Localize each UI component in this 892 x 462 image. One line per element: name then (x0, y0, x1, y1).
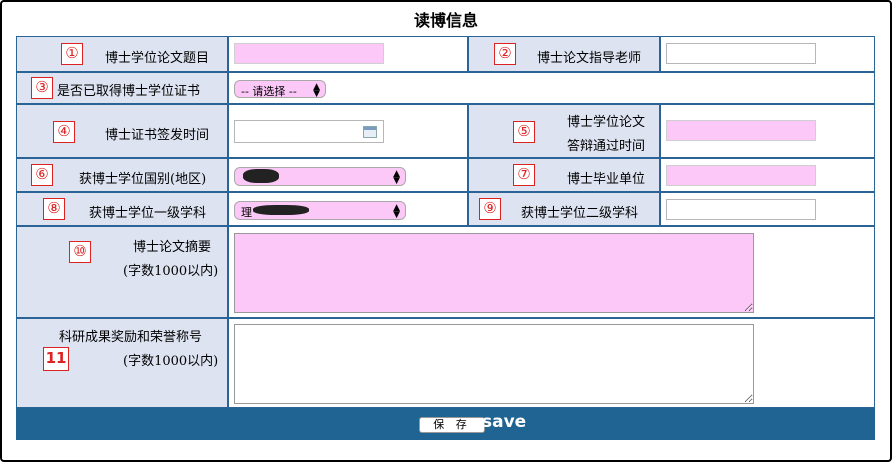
value-cell-thesis-title (228, 36, 468, 72)
badge-6: ⑥ (31, 164, 53, 186)
select-arrows-icon: ▲ ▼ (393, 203, 400, 220)
value-cell-first-discipline: 理 ▲ ▼ (228, 192, 468, 226)
label-thesis-title: 博士学位论文题目 (105, 51, 210, 66)
obtained-cert-select[interactable]: -- 请选择 -- ▲ ▼ (234, 80, 326, 99)
label-obtained-cert: 是否已取得博士学位证书 (57, 84, 201, 99)
form-frame: 读博信息 ① 博士学位论文题目 ② 博士论文指导老师 ③ 是否已取得博士学位证书… (0, 0, 892, 462)
thesis-title-input[interactable] (234, 43, 384, 64)
label-grad-unit: 博士毕业单位 (567, 172, 646, 187)
label-awards-line2: (字数1000以内) (123, 354, 219, 369)
badge-3: ③ (31, 77, 53, 99)
label-first-discipline: 获博士学位一级学科 (89, 206, 207, 221)
save-label: save (482, 412, 527, 432)
badge-10: ⑩ (69, 241, 91, 263)
obtained-cert-select-value: -- 请选择 -- (241, 85, 297, 98)
grad-unit-input[interactable] (666, 165, 816, 186)
label-cell-advisor: ② 博士论文指导老师 (468, 36, 660, 72)
badge-8: ⑧ (43, 198, 65, 220)
page-title: 读博信息 (413, 11, 478, 30)
value-cell-grad-unit (660, 158, 875, 192)
abstract-textarea[interactable] (234, 233, 754, 313)
badge-11: 11 (43, 347, 69, 371)
country-select[interactable]: ▲ ▼ (234, 167, 406, 186)
label-cell-obtained-cert: ③ 是否已取得博士学位证书 (16, 72, 228, 104)
label-cell-defense-date: ⑤ 博士学位论文 答辩通过时间 (468, 104, 660, 158)
label-abstract-line1: 博士论文摘要 (133, 240, 212, 255)
value-cell-defense-date (660, 104, 875, 158)
value-cell-country: ▲ ▼ (228, 158, 468, 192)
label-defense-line1: 博士学位论文 (567, 115, 646, 130)
label-cell-abstract: ⑩ 博士论文摘要 (字数1000以内) (16, 226, 228, 318)
label-second-discipline: 获博士学位二级学科 (521, 206, 639, 221)
select-arrows-icon: ▲ ▼ (393, 169, 400, 186)
value-cell-obtained-cert: -- 请选择 -- ▲ ▼ (228, 72, 875, 104)
calendar-icon[interactable] (363, 126, 377, 138)
badge-7: ⑦ (513, 164, 535, 186)
value-cell-second-discipline (660, 192, 875, 226)
footer-bar: 保 存 save (16, 408, 875, 440)
badge-4: ④ (53, 121, 75, 143)
label-cell-awards: 11 科研成果奖励和荣誉称号 (字数1000以内) (16, 318, 228, 408)
label-cell-cert-date: ④ 博士证书签发时间 (16, 104, 228, 158)
badge-2: ② (494, 43, 516, 65)
redaction-mark (253, 205, 309, 215)
label-awards-line1: 科研成果奖励和荣誉称号 (59, 330, 203, 345)
label-defense-line2: 答辩通过时间 (567, 139, 646, 154)
awards-textarea[interactable] (234, 324, 754, 404)
badge-5: ⑤ (513, 121, 535, 143)
first-discipline-select[interactable]: 理 ▲ ▼ (234, 201, 406, 220)
save-button[interactable]: 保 存 (419, 417, 485, 433)
defense-date-input[interactable] (666, 120, 816, 141)
label-advisor: 博士论文指导老师 (537, 51, 642, 66)
select-arrows-icon: ▲ ▼ (313, 82, 320, 99)
label-cell-country: ⑥ 获博士学位国别(地区) (16, 158, 228, 192)
label-country: 获博士学位国别(地区) (79, 172, 207, 187)
badge-1: ① (61, 43, 83, 65)
value-cell-awards (228, 318, 875, 408)
label-cert-date: 博士证书签发时间 (105, 128, 210, 143)
badge-9: ⑨ (479, 198, 501, 220)
label-cell-grad-unit: ⑦ 博士毕业单位 (468, 158, 660, 192)
first-discipline-select-value: 理 (241, 206, 252, 219)
second-discipline-input[interactable] (666, 199, 816, 220)
value-cell-abstract (228, 226, 875, 318)
redaction-mark (243, 169, 279, 183)
value-cell-cert-date (228, 104, 468, 158)
label-abstract-line2: (字数1000以内) (123, 264, 219, 279)
label-cell-thesis-title: ① 博士学位论文题目 (16, 36, 228, 72)
cert-date-input[interactable] (234, 120, 384, 143)
advisor-input[interactable] (666, 43, 816, 64)
value-cell-advisor (660, 36, 875, 72)
label-cell-first-discipline: ⑧ 获博士学位一级学科 (16, 192, 228, 226)
label-cell-second-discipline: ⑨ 获博士学位二级学科 (468, 192, 660, 226)
